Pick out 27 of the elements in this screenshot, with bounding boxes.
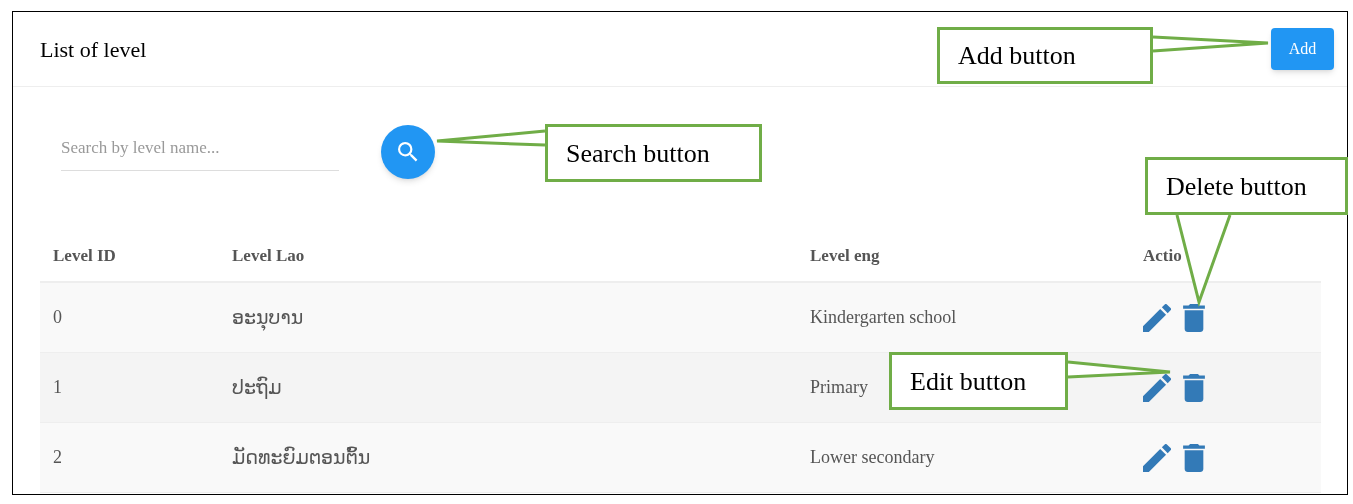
table-cell: ປະຖົມ bbox=[232, 376, 282, 399]
add-button[interactable]: Add bbox=[1271, 28, 1334, 70]
table-cell: ມັດທະຍົມຕອນຕົ້ນ bbox=[232, 446, 371, 469]
table-cell: Lower secondary bbox=[810, 447, 935, 467]
table-cell: Kindergarten school bbox=[810, 307, 957, 327]
pencil-icon[interactable] bbox=[1143, 373, 1171, 402]
table-cell: Primary bbox=[810, 377, 868, 397]
trash-icon[interactable] bbox=[1183, 303, 1205, 332]
table-cell: 1 bbox=[53, 377, 62, 397]
pencil-icon[interactable] bbox=[1143, 443, 1171, 472]
callout-label: Edit button bbox=[889, 352, 1068, 410]
page-title: List of level bbox=[40, 35, 147, 64]
search-button[interactable] bbox=[381, 125, 435, 179]
search-field[interactable]: Search by level name... bbox=[61, 125, 339, 171]
column-header: Level eng bbox=[810, 246, 880, 266]
callout-label: Search button bbox=[545, 124, 762, 182]
table-cell: 2 bbox=[53, 447, 62, 467]
table-cell: ອະນຸບານ bbox=[232, 306, 304, 329]
column-header: Level Lao bbox=[232, 246, 305, 266]
column-header: Level ID bbox=[53, 246, 116, 266]
callout-label: Add button bbox=[937, 27, 1153, 84]
table-cell: 0 bbox=[53, 307, 62, 327]
trash-icon[interactable] bbox=[1183, 373, 1205, 402]
pencil-icon[interactable] bbox=[1143, 303, 1171, 332]
trash-icon[interactable] bbox=[1183, 443, 1205, 472]
column-header: Actio bbox=[1143, 246, 1182, 266]
search-icon bbox=[398, 142, 418, 162]
